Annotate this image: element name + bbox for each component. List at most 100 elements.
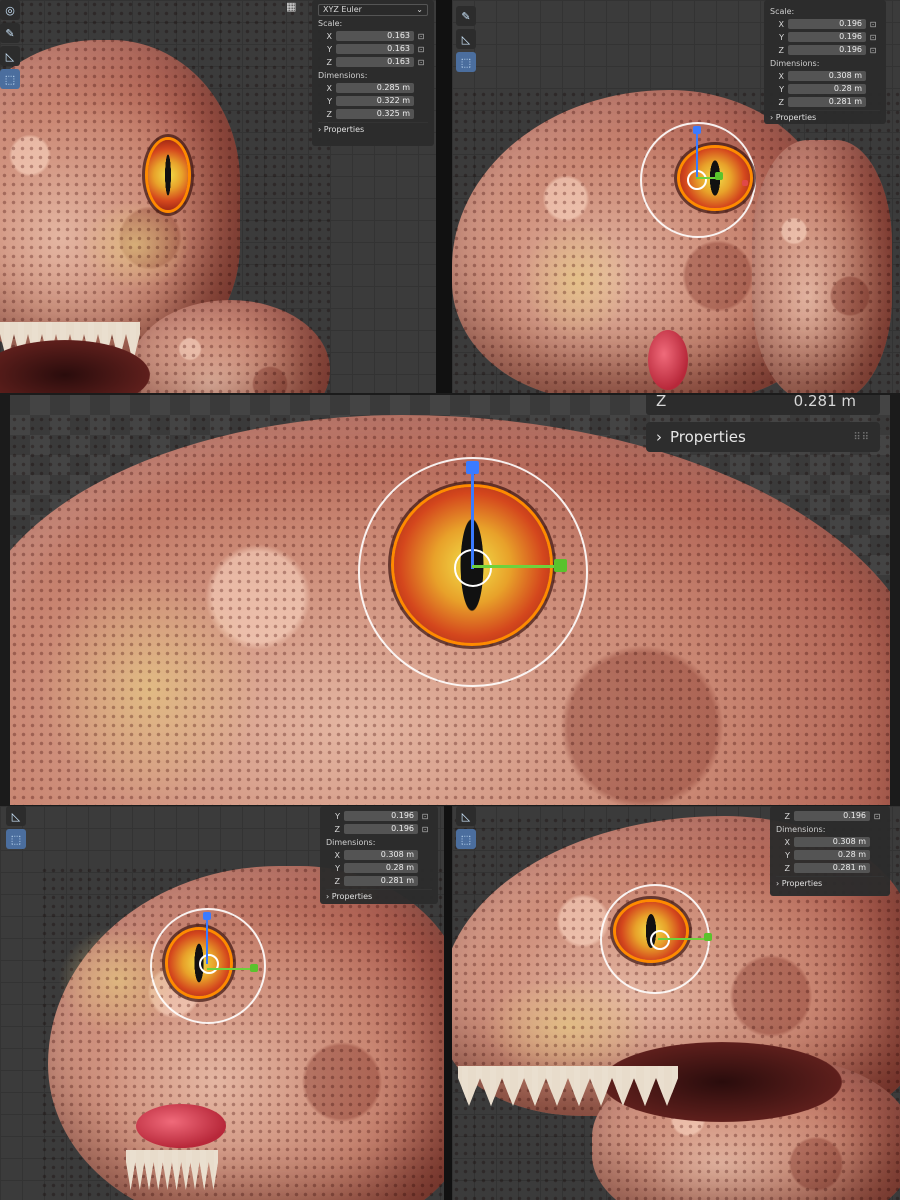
gizmo-center[interactable] [650, 930, 670, 950]
annotate-tool-icon[interactable]: ✎ [0, 23, 20, 43]
scale-x-field[interactable]: 0.163 [336, 31, 414, 41]
dim-x-field[interactable]: 0.308 m [794, 837, 870, 847]
scale-z-field[interactable]: 0.196 [344, 824, 418, 834]
viewport-panel-5[interactable]: ◺ ⬚ Z 0.196 ⊡ Dimensions: X 0.308 m Y 0.28 m… [452, 806, 900, 1200]
scale-z-row[interactable]: Z 0.196 ⊡ [770, 44, 880, 56]
dim-z-field[interactable]: 0.325 m [336, 109, 414, 119]
measure-tool-icon[interactable]: ◺ [456, 806, 476, 826]
measure-tool-icon[interactable]: ◺ [6, 806, 26, 826]
scale-x-row[interactable]: X 0.196 ⊡ [770, 18, 880, 30]
lock-icon[interactable]: ⊡ [418, 812, 432, 821]
lock-icon[interactable]: ⊡ [418, 825, 432, 834]
dim-x-row[interactable]: X 0.308 m [770, 70, 880, 82]
add-cube-tool-icon[interactable]: ⬚ [0, 69, 20, 89]
viewport-panel-3[interactable]: Z 0.281 m › Properties ⠿⠿ [10, 395, 890, 805]
gizmo-z-handle[interactable] [466, 461, 479, 474]
transform-npanel: Scale: X 0.196 ⊡ Y 0.196 ⊡ Z 0.196 ⊡ Dimension… [764, 0, 886, 124]
dim-z-row[interactable]: Z 0.281 m [326, 875, 432, 887]
dimension-z-row-partial[interactable]: Z 0.281 m [646, 395, 880, 415]
gizmo-x-axis[interactable] [472, 565, 558, 568]
scale-y-row[interactable]: Y 0.163 ⊡ [318, 43, 428, 55]
gizmo-x-handle[interactable] [704, 933, 712, 941]
dim-y-field[interactable]: 0.28 m [788, 84, 866, 94]
gizmo-x-axis[interactable] [207, 968, 253, 970]
transform-tool-icon[interactable]: ◎ [0, 0, 20, 20]
dim-y-row[interactable]: Y 0.28 m [326, 862, 432, 874]
dimensions-label: Dimensions: [318, 71, 368, 80]
grid-toggle-icon[interactable]: ▦ [286, 0, 300, 13]
tool-shelf: ◺ ⬚ [6, 806, 26, 849]
dim-y-row[interactable]: Y 0.322 m [318, 95, 428, 107]
dim-x-row[interactable]: X 0.285 m [318, 82, 428, 94]
dim-x-field[interactable]: 0.285 m [336, 83, 414, 93]
lock-icon[interactable]: ⊡ [866, 20, 880, 29]
dim-y-field[interactable]: 0.322 m [336, 96, 414, 106]
gizmo-z-axis[interactable] [696, 130, 698, 178]
measure-tool-icon[interactable]: ◺ [456, 29, 476, 49]
measure-tool-icon[interactable]: ◺ [0, 46, 20, 66]
dim-x-field[interactable]: 0.308 m [344, 850, 418, 860]
scale-z-field[interactable]: 0.163 [336, 57, 414, 67]
gizmo-z-axis[interactable] [471, 469, 474, 569]
dim-z-field[interactable]: 0.281 m [344, 876, 418, 886]
dim-x-row[interactable]: X 0.308 m [776, 836, 884, 848]
lock-icon[interactable]: ⊡ [870, 812, 884, 821]
viewport-panel-1[interactable]: ◎ ✎ ◺ ⬚ ▦ XYZ Euler ⌄ Scale: X 0.163 ⊡ Y 0.1… [0, 0, 436, 393]
scale-y-row[interactable]: Y 0.196 ⊡ [326, 810, 432, 822]
drag-grip-icon[interactable]: ⠿⠿ [853, 432, 870, 443]
gizmo-x-axis[interactable] [658, 938, 706, 940]
properties-header[interactable]: › Properties [318, 122, 428, 137]
add-cube-tool-icon[interactable]: ⬚ [456, 829, 476, 849]
dim-z-row[interactable]: Z 0.281 m [770, 96, 880, 108]
scale-y-field[interactable]: 0.196 [788, 32, 866, 42]
gizmo-y-handle[interactable] [742, 180, 748, 186]
gizmo-center[interactable] [199, 954, 219, 974]
annotate-tool-icon[interactable]: ✎ [456, 6, 476, 26]
dim-x-field[interactable]: 0.308 m [788, 71, 866, 81]
scale-z-field[interactable]: 0.196 [788, 45, 866, 55]
scale-y-row[interactable]: Y 0.196 ⊡ [770, 31, 880, 43]
scale-z-row[interactable]: Z 0.163 ⊡ [318, 56, 428, 68]
viewport-panel-2[interactable]: ✎ ◺ ⬚ Scale: X 0.196 ⊡ Y 0.196 ⊡ Z 0.196 ⊡ Dim… [452, 0, 900, 393]
scale-z-field[interactable]: 0.196 [794, 811, 870, 821]
dim-y-row[interactable]: Y 0.28 m [776, 849, 884, 861]
properties-header[interactable]: › Properties ⠿⠿ [646, 422, 880, 452]
properties-header[interactable]: › Properties [326, 889, 432, 904]
scale-z-row[interactable]: Z 0.196 ⊡ [776, 810, 884, 822]
lock-icon[interactable]: ⊡ [866, 46, 880, 55]
gizmo-x-handle[interactable] [554, 559, 567, 572]
gizmo-z-handle[interactable] [693, 126, 701, 134]
lock-icon[interactable]: ⊡ [414, 32, 428, 41]
chevron-right-icon: › [656, 428, 662, 446]
dino-eye[interactable] [616, 902, 686, 960]
scale-z-row[interactable]: Z 0.196 ⊡ [326, 823, 432, 835]
scale-y-field[interactable]: 0.163 [336, 44, 414, 54]
gizmo-x-handle[interactable] [250, 964, 258, 972]
dino-eye[interactable] [148, 140, 188, 210]
dimensions-label: Dimensions: [770, 59, 820, 68]
properties-header[interactable]: › Properties [776, 876, 884, 891]
viewport-panel-4[interactable]: ◺ ⬚ Y 0.196 ⊡ Z 0.196 ⊡ Dimensions: X 0.308 m… [0, 806, 444, 1200]
dim-z-field[interactable]: 0.281 m [788, 97, 866, 107]
dim-z-row[interactable]: Z 0.325 m [318, 108, 428, 120]
scale-x-row[interactable]: X 0.163 ⊡ [318, 30, 428, 42]
gizmo-z-axis[interactable] [206, 918, 208, 964]
dim-z-field[interactable]: 0.281 m [794, 863, 870, 873]
dim-y-field[interactable]: 0.28 m [344, 863, 418, 873]
lock-icon[interactable]: ⊡ [866, 33, 880, 42]
rotation-mode-select[interactable]: XYZ Euler ⌄ [318, 4, 428, 16]
dim-x-row[interactable]: X 0.308 m [326, 849, 432, 861]
dim-z-row[interactable]: Z 0.281 m [776, 862, 884, 874]
dim-z-field[interactable]: 0.281 m [794, 395, 874, 410]
gizmo-z-handle[interactable] [203, 912, 211, 920]
scale-y-field[interactable]: 0.196 [344, 811, 418, 821]
dim-y-field[interactable]: 0.28 m [794, 850, 870, 860]
gizmo-x-handle[interactable] [715, 172, 723, 180]
lock-icon[interactable]: ⊡ [414, 45, 428, 54]
properties-header[interactable]: › Properties [770, 110, 880, 125]
add-cube-tool-icon[interactable]: ⬚ [456, 52, 476, 72]
add-cube-tool-icon[interactable]: ⬚ [6, 829, 26, 849]
scale-x-field[interactable]: 0.196 [788, 19, 866, 29]
lock-icon[interactable]: ⊡ [414, 58, 428, 67]
dim-y-row[interactable]: Y 0.28 m [770, 83, 880, 95]
